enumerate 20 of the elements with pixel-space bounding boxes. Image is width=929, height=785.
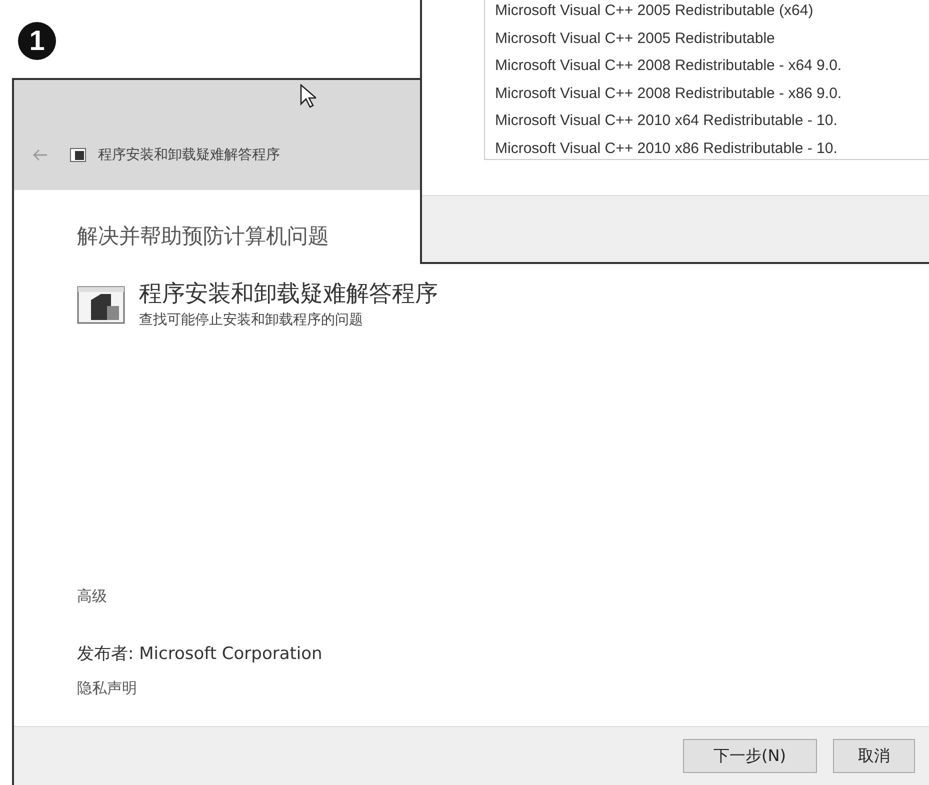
program-list-item[interactable]: Microsoft Visual C++ 2005 Redistributable	[495, 30, 929, 47]
troubleshooter-link[interactable]: 程序安装和卸载疑难解答程序	[139, 278, 438, 309]
cancel-button[interactable]: 取消	[833, 739, 915, 773]
privacy-link[interactable]: 隐私声明	[77, 679, 929, 698]
troubleshooter-description: 查找可能停止安装和卸载程序的问题	[139, 311, 364, 329]
publisher-text: 发布者: Microsoft Corporation	[77, 643, 324, 665]
program-list-item[interactable]: Microsoft Visual C++ 2010 x64 Redistributable - 10.	[495, 112, 929, 130]
advanced-link[interactable]: 高级	[77, 587, 929, 606]
program-list-item[interactable]: Microsoft Visual C++ 2005 Redistributable (x64)	[495, 2, 929, 19]
window-title: 程序安装和卸载疑难解答程序	[98, 146, 280, 164]
cursor-icon	[300, 84, 316, 108]
troubleshooter-icon	[77, 286, 125, 324]
program-list-item[interactable]: Microsoft Visual C++ 2010 x86 Redistributable - 10.	[495, 140, 929, 157]
program-list-item[interactable]: Microsoft Visual C++ 2008 Redistributable - x86 9.0.	[495, 84, 929, 102]
next-button[interactable]: 下一步(N)	[682, 739, 817, 773]
troubleshooter-icon	[70, 148, 86, 162]
dialog-heading: 解决并帮助预防计算机问题	[77, 223, 330, 250]
step-number: 1	[18, 22, 56, 60]
program-list-item[interactable]: Microsoft Visual C++ 2008 Redistributable - x64 9.0.	[495, 57, 929, 74]
back-icon[interactable]	[32, 149, 48, 161]
